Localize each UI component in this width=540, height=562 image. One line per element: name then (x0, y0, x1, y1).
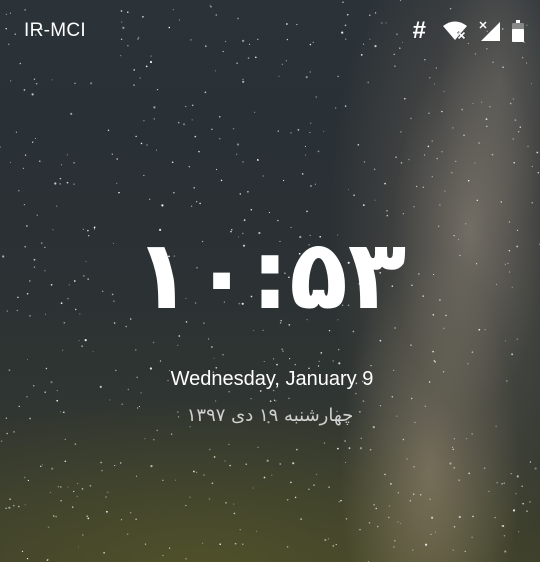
status-icons: # (413, 18, 524, 44)
cell-signal-no-service-icon (478, 20, 502, 42)
date-label: Wednesday, January 9 (170, 368, 374, 390)
hash-icon: # (412, 17, 426, 44)
wifi-no-internet-icon (442, 20, 468, 42)
persian-date-label: چهارشنبه ۱۹ دی ۱۳۹۷ (186, 405, 354, 426)
clock-time: ۱۰:۵۳ (133, 219, 407, 331)
battery-icon (512, 20, 524, 42)
lock-screen: IR-MCI # ۱۰:۵۳ Wednesday, January 9 چهار… (0, 0, 540, 562)
carrier-name: IR-MCI (24, 20, 86, 41)
status-bar: IR-MCI # (0, 0, 540, 60)
